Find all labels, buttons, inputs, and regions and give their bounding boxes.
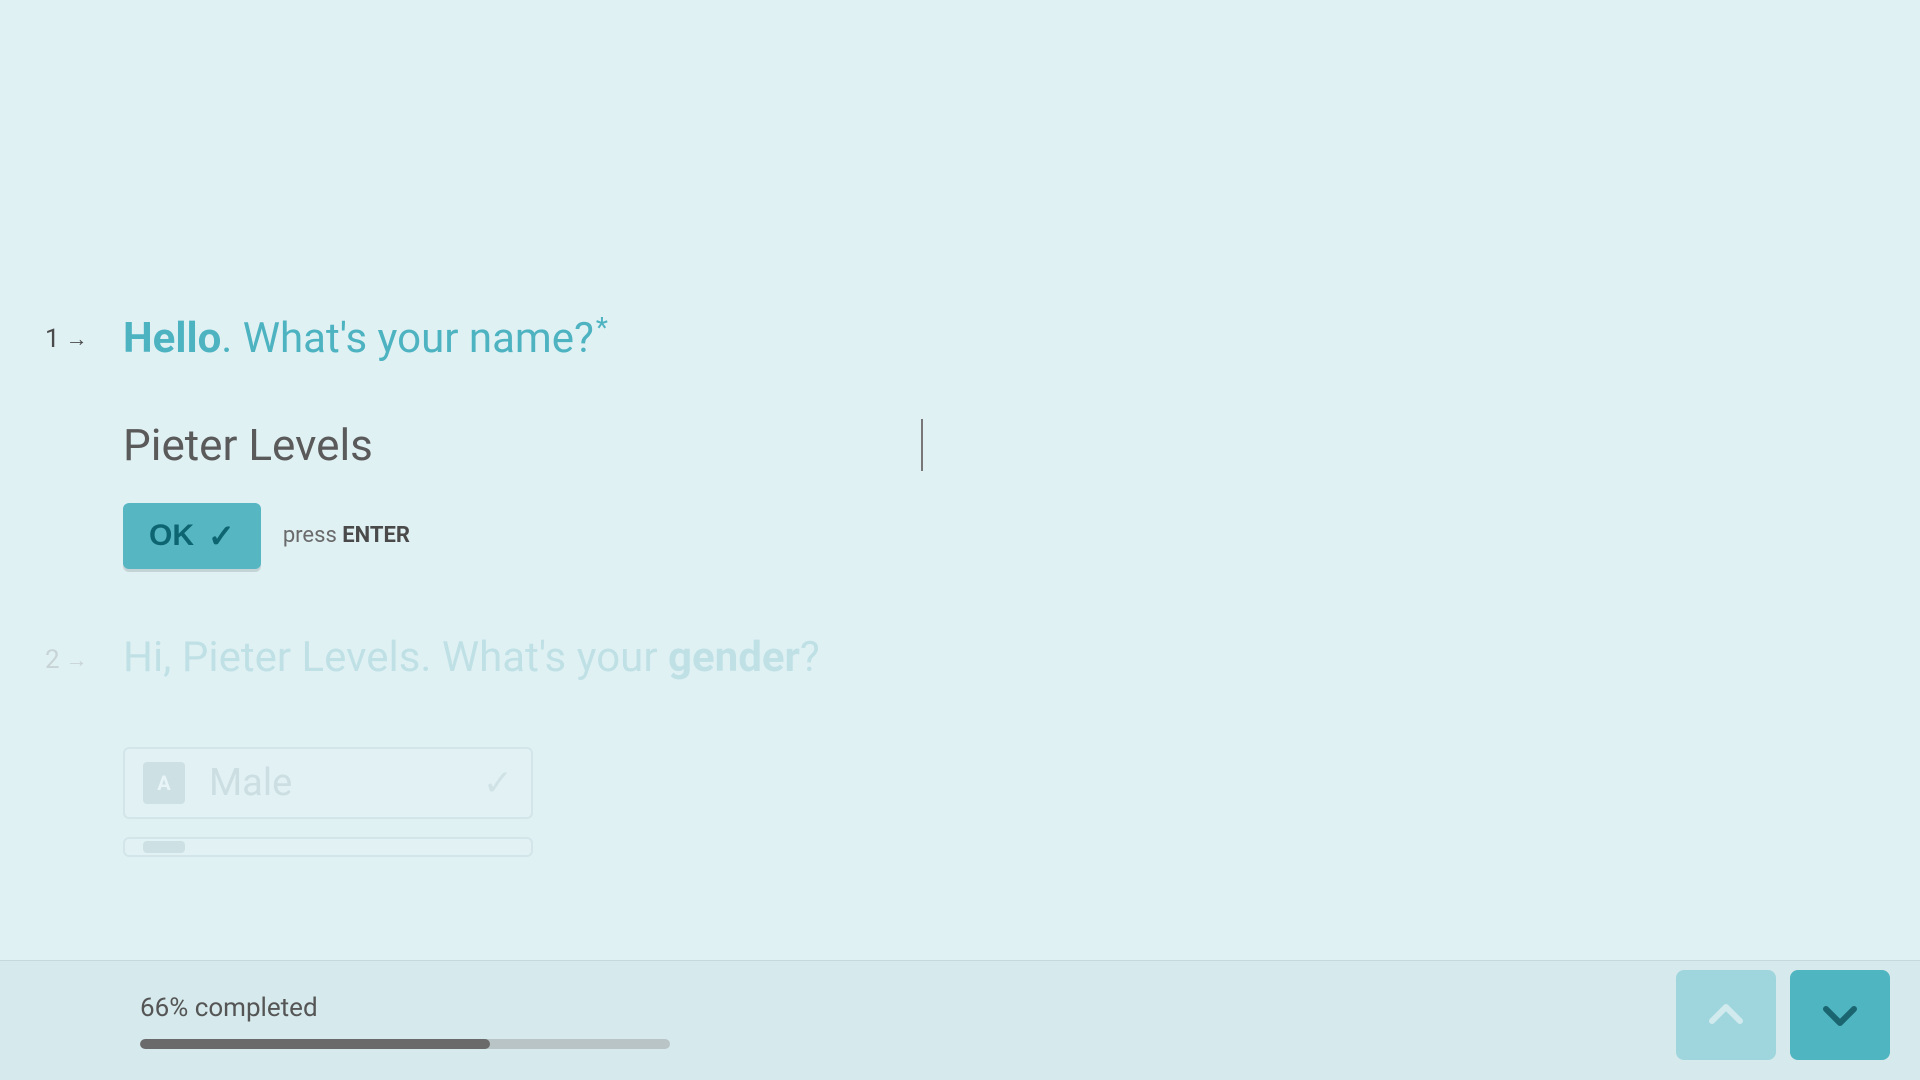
prompt-rest: . What's your name? bbox=[221, 314, 594, 363]
check-icon: ✓ bbox=[208, 517, 235, 555]
option-key-badge bbox=[143, 841, 185, 853]
nav-up-button[interactable] bbox=[1676, 970, 1776, 1060]
arrow-right-icon: → bbox=[66, 647, 88, 673]
chevron-up-icon bbox=[1702, 991, 1750, 1039]
press-label: press bbox=[283, 523, 342, 548]
ok-row: OK ✓ press ENTER bbox=[123, 503, 1920, 569]
question-content: Hello. What's your name?* OK ✓ press ENT… bbox=[123, 310, 1920, 569]
question-number: 2 bbox=[45, 645, 60, 675]
prompt-prefix: Hi, bbox=[123, 633, 182, 682]
nav-down-button[interactable] bbox=[1790, 970, 1890, 1060]
progress-text: 66% completed bbox=[140, 993, 670, 1023]
option-label: Male bbox=[209, 761, 459, 805]
chevron-down-icon bbox=[1816, 991, 1864, 1039]
check-icon: ✓ bbox=[483, 762, 513, 804]
form-container: 1 → Hello. What's your name?* OK ✓ press… bbox=[0, 0, 1920, 875]
prompt-mid: . What's your bbox=[420, 633, 668, 682]
footer-bar: 66% completed bbox=[0, 960, 1920, 1080]
prompt-bold: Hello bbox=[123, 314, 221, 363]
option-male[interactable]: A Male ✓ bbox=[123, 747, 533, 819]
question-number: 1 bbox=[45, 324, 60, 354]
required-asterisk-icon: * bbox=[596, 311, 608, 344]
prompt-suffix: ? bbox=[800, 633, 820, 682]
question-number-wrap: 1 → bbox=[45, 324, 97, 354]
ok-label: OK bbox=[149, 519, 194, 553]
question-prompt-2: Hi, Pieter Levels. What's your gender? bbox=[123, 631, 1920, 686]
option-next-partial[interactable] bbox=[123, 837, 533, 857]
enter-label: ENTER bbox=[342, 523, 410, 548]
arrow-right-icon: → bbox=[66, 326, 88, 352]
name-input[interactable] bbox=[123, 419, 923, 471]
options-wrap: A Male ✓ bbox=[123, 747, 1920, 857]
ok-button[interactable]: OK ✓ bbox=[123, 503, 261, 569]
prompt-bold-2: gender bbox=[668, 633, 800, 682]
nav-buttons bbox=[1676, 970, 1890, 1060]
question-number-wrap: 2 → bbox=[45, 645, 97, 675]
prompt-name: Pieter Levels bbox=[182, 633, 421, 682]
question-content: Hi, Pieter Levels. What's your gender? A… bbox=[123, 631, 1920, 876]
progress-fill bbox=[140, 1039, 490, 1049]
question-prompt: Hello. What's your name?* bbox=[123, 310, 1920, 367]
question-block-2: 2 → Hi, Pieter Levels. What's your gende… bbox=[45, 631, 1920, 876]
question-block-1: 1 → Hello. What's your name?* OK ✓ press… bbox=[45, 310, 1920, 569]
progress-bar bbox=[140, 1039, 670, 1049]
press-enter-hint: press ENTER bbox=[283, 523, 410, 548]
progress-wrap: 66% completed bbox=[140, 993, 670, 1049]
option-key-badge: A bbox=[143, 762, 185, 804]
